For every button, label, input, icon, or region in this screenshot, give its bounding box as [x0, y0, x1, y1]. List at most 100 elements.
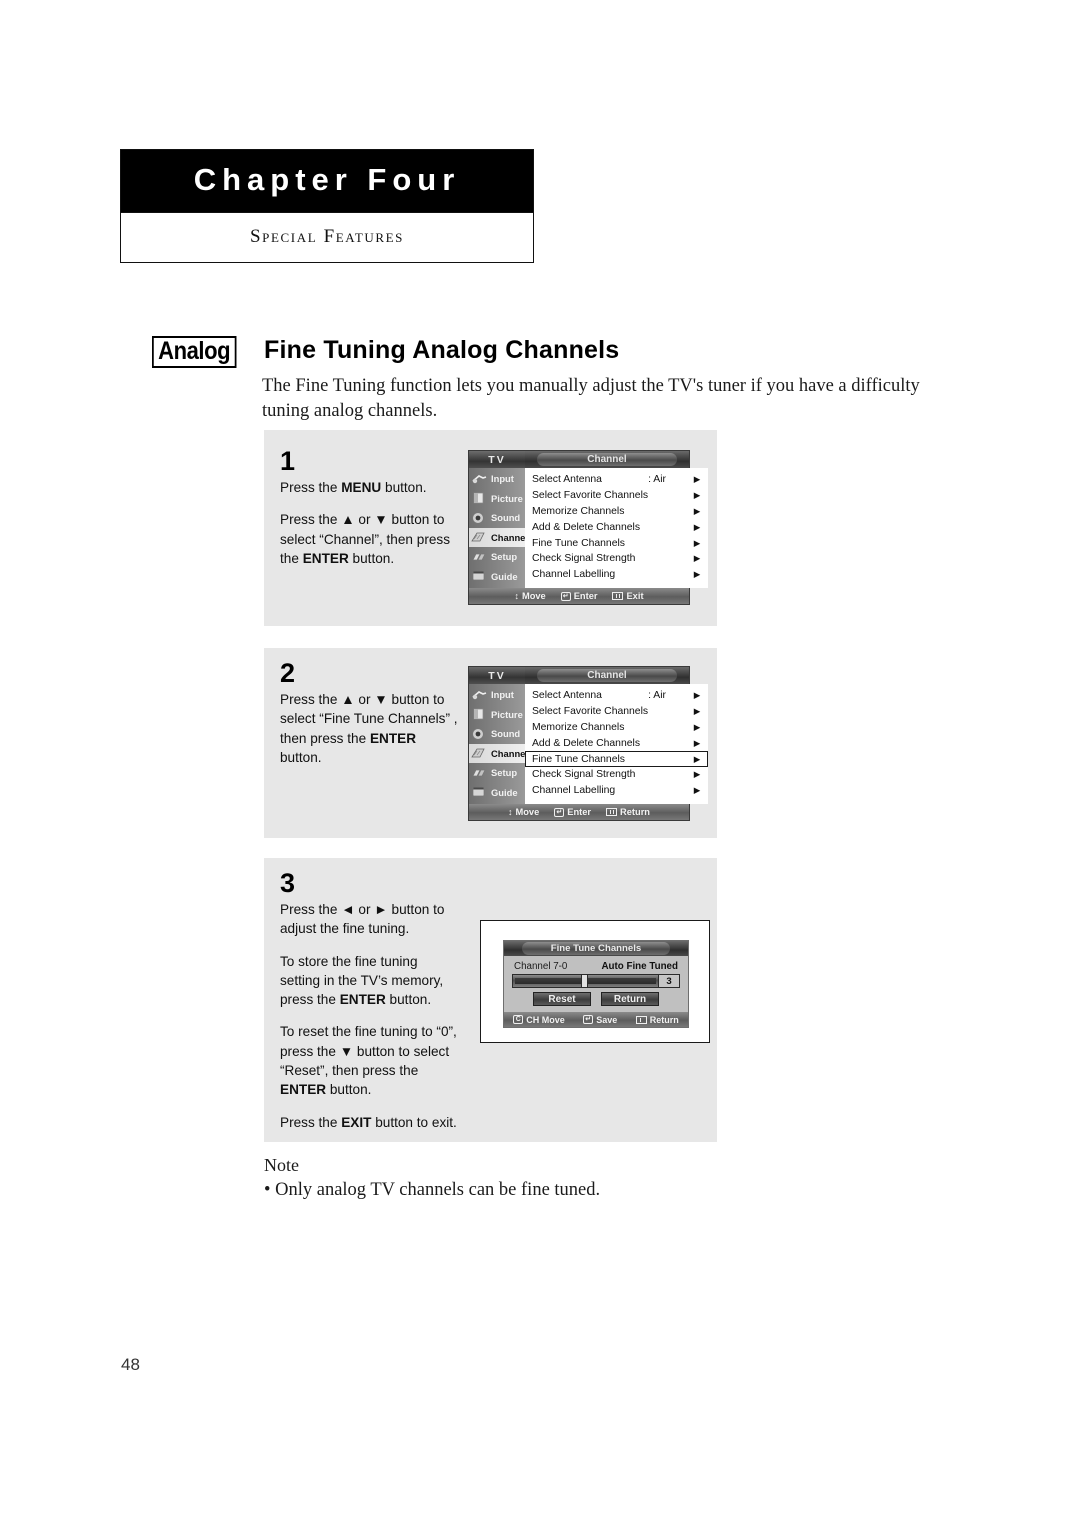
menu-row-value: : Air: [648, 690, 666, 702]
menu-row-channel-labelling[interactable]: Channel Labelling ▶: [525, 783, 708, 799]
chevron-right-icon: ▶: [693, 521, 701, 532]
footer-move: ↕ Move: [508, 807, 539, 817]
menu-row-label: Fine Tune Channels: [532, 753, 625, 765]
sidebar-label: Picture: [491, 492, 523, 504]
footer-move-label: Move: [515, 807, 540, 817]
osd-menu-list-step2: Select Antenna : Air ▶ Select Favorite C…: [525, 684, 709, 804]
sound-icon: [471, 511, 488, 525]
up-down-arrows-icon: ↕: [514, 590, 519, 601]
osd-menu-title: Channel: [537, 453, 677, 466]
menu-row-fine-tune-channels[interactable]: Fine Tune Channels ▶: [525, 535, 708, 551]
sidebar-label: Sound: [491, 512, 521, 524]
menu-row-add-delete-channels[interactable]: Add & Delete Channels ▶: [525, 735, 708, 751]
fine-tune-buttons: Reset Return: [512, 988, 680, 1010]
footer-ch-move: C CH Move: [513, 1015, 565, 1025]
step-paragraph: Press the ▲ or ▼ button to select “Chann…: [280, 512, 451, 566]
section-heading-row: Analog Fine Tuning Analog Channels: [152, 336, 952, 368]
menu-row-channel-labelling[interactable]: Channel Labelling ▶: [525, 567, 708, 583]
sidebar-item-picture[interactable]: Picture: [469, 705, 525, 725]
reset-button[interactable]: Reset: [533, 992, 591, 1006]
page-title: Fine Tuning Analog Channels: [264, 336, 620, 364]
menu-row-select-antenna[interactable]: Select Antenna : Air ▶: [525, 472, 708, 488]
menu-key-icon: [612, 592, 624, 600]
menu-row-add-delete-channels[interactable]: Add & Delete Channels ▶: [525, 519, 708, 535]
sidebar-item-input[interactable]: Input: [469, 469, 525, 489]
chevron-right-icon: ▶: [693, 737, 701, 748]
step-instructions: Press the MENU button. Press the ▲ or ▼ …: [280, 478, 460, 568]
menu-row-label: Select Favorite Channels: [532, 706, 649, 718]
step-panel-2: 2 Press the ▲ or ▼ button to select “Fin…: [264, 648, 717, 838]
osd-body: Input Picture Sound Channel Setup Guide …: [469, 468, 709, 588]
step-number: 3: [280, 868, 296, 898]
step-paragraph: Press the ◄ or ► button to adjust the fi…: [280, 902, 445, 937]
return-button[interactable]: Return: [601, 992, 659, 1006]
fine-tune-slider[interactable]: 3: [512, 974, 680, 988]
sidebar-item-channel[interactable]: Channel: [469, 743, 528, 763]
analog-badge: Analog: [152, 336, 237, 368]
step-paragraph: To reset the fine tuning to “0”, press t…: [280, 1024, 457, 1098]
menu-row-select-favorite-channels[interactable]: Select Favorite Channels ▶: [525, 704, 708, 720]
sidebar-item-sound[interactable]: Sound: [469, 508, 525, 528]
osd-title-area: Channel: [525, 667, 689, 684]
chevron-right-icon: ▶: [693, 569, 701, 580]
menu-row-memorize-channels[interactable]: Memorize Channels ▶: [525, 504, 708, 520]
osd-footer-step1: ↕ Move ↵ Enter Exit: [469, 588, 689, 604]
menu-row-label: Select Antenna: [532, 690, 602, 702]
chevron-right-icon: ▶: [693, 690, 701, 701]
osd-title-area: Channel: [525, 451, 689, 468]
step-number: 2: [280, 658, 296, 688]
chevron-right-icon: ▶: [693, 474, 701, 485]
input-icon: [471, 472, 488, 486]
menu-row-label: Channel Labelling: [532, 569, 616, 581]
chevron-right-icon: ▶: [693, 490, 701, 501]
sidebar-item-setup[interactable]: Setup: [469, 763, 525, 783]
footer-move: ↕ Move: [514, 591, 545, 601]
footer-enter-label: Enter: [573, 591, 598, 601]
sidebar-label: Guide: [491, 786, 518, 798]
menu-row-label: Channel Labelling: [532, 785, 616, 797]
sidebar-label: Sound: [491, 728, 521, 740]
footer-return: Return: [606, 807, 650, 817]
chapter-header: Chapter Four Special Features: [120, 149, 534, 263]
channel-icon: [471, 746, 488, 760]
tv-osd-menu-step2: TV Channel Input Picture Sound Channel S…: [468, 666, 709, 821]
enter-key-icon: ↵: [554, 807, 565, 817]
chevron-right-icon: ▶: [693, 706, 701, 717]
menu-row-check-signal-strength[interactable]: Check Signal Strength ▶: [525, 551, 708, 567]
sidebar-item-guide[interactable]: Guide: [469, 567, 525, 587]
sidebar-item-guide[interactable]: Guide: [469, 783, 525, 803]
osd-footer-step2: ↕ Move ↵ Enter Return: [469, 804, 689, 820]
guide-icon: [471, 569, 488, 583]
footer-save-label: Save: [596, 1014, 618, 1025]
fine-tune-slider-track[interactable]: [513, 974, 659, 988]
fine-tune-dialog: Fine Tune Channels Channel 7-0 Auto Fine…: [503, 940, 689, 1028]
up-down-arrows-icon: ↕: [508, 806, 513, 817]
intro-paragraph: The Fine Tuning function lets you manual…: [262, 376, 920, 421]
sidebar-label: Guide: [491, 570, 518, 582]
setup-icon: [471, 766, 488, 780]
menu-row-select-antenna[interactable]: Select Antenna : Air ▶: [525, 688, 708, 704]
fine-tune-dialog-frame: Fine Tune Channels Channel 7-0 Auto Fine…: [480, 920, 710, 1043]
sidebar-item-picture[interactable]: Picture: [469, 489, 525, 509]
sound-icon: [471, 727, 488, 741]
footer-enter-label: Enter: [567, 807, 592, 817]
menu-row-label: Check Signal Strength: [532, 553, 636, 565]
chevron-right-icon: ▶: [693, 753, 701, 764]
menu-row-fine-tune-channels-selected[interactable]: Fine Tune Channels ▶: [525, 751, 709, 767]
sidebar-label: Input: [491, 473, 514, 485]
fine-tune-header: Fine Tune Channels: [504, 941, 688, 956]
footer-return-label: Return: [649, 1014, 679, 1025]
sidebar-label: Picture: [491, 708, 523, 720]
footer-enter: ↵ Enter: [554, 807, 591, 817]
channel-updown-key-icon: C: [513, 1015, 524, 1024]
sidebar-item-input[interactable]: Input: [469, 685, 525, 705]
menu-row-select-favorite-channels[interactable]: Select Favorite Channels ▶: [525, 488, 708, 504]
chevron-right-icon: ▶: [693, 785, 701, 796]
sidebar-item-sound[interactable]: Sound: [469, 724, 525, 744]
sidebar-item-setup[interactable]: Setup: [469, 547, 525, 567]
menu-row-memorize-channels[interactable]: Memorize Channels ▶: [525, 720, 708, 736]
fine-tune-slider-knob[interactable]: [581, 974, 589, 988]
sidebar-item-channel[interactable]: Channel: [469, 527, 528, 547]
menu-row-check-signal-strength[interactable]: Check Signal Strength ▶: [525, 767, 708, 783]
fine-tune-footer: C CH Move ↵ Save Return: [504, 1012, 688, 1027]
